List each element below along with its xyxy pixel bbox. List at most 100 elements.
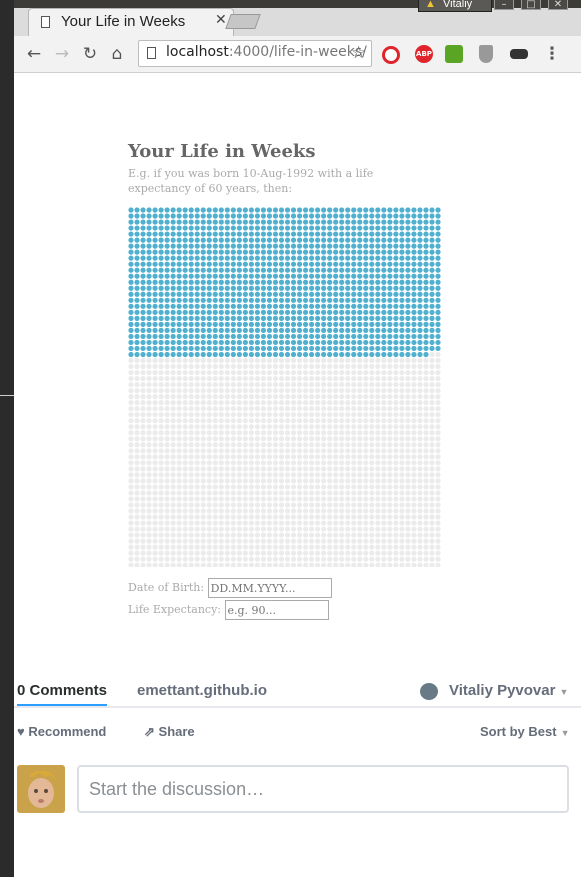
lived-week-dot bbox=[254, 321, 261, 327]
lived-week-dot bbox=[423, 303, 429, 309]
share-button[interactable]: ⇗ Share bbox=[144, 724, 195, 740]
opera-icon[interactable] bbox=[382, 46, 400, 64]
future-week-dot bbox=[134, 412, 140, 418]
lived-week-dot bbox=[242, 291, 248, 297]
sort-dropdown[interactable]: Sort by Best ▼ bbox=[480, 724, 570, 739]
future-week-dot bbox=[309, 448, 315, 454]
lived-week-dot bbox=[417, 207, 423, 213]
user-menu[interactable]: Vitaliy Pyvovar ▼ bbox=[449, 682, 568, 699]
lived-week-dot bbox=[284, 351, 291, 358]
future-week-dot bbox=[363, 550, 369, 556]
lived-week-dot bbox=[321, 261, 327, 267]
future-week-dot bbox=[357, 550, 363, 556]
future-week-dot bbox=[164, 448, 170, 454]
future-week-dot bbox=[321, 436, 327, 442]
lived-week-dot bbox=[381, 231, 387, 237]
lived-week-dot bbox=[206, 219, 212, 225]
reload-icon[interactable]: ↻ bbox=[79, 43, 101, 65]
dob-input[interactable] bbox=[207, 578, 332, 598]
bookmark-star-icon[interactable]: ☆ bbox=[351, 43, 366, 63]
lived-week-dot bbox=[224, 267, 230, 273]
future-week-dot bbox=[170, 538, 176, 544]
future-week-dot bbox=[236, 490, 242, 496]
minimize-button[interactable]: – bbox=[494, 0, 514, 10]
back-icon[interactable]: ← bbox=[23, 43, 45, 65]
future-week-dot bbox=[399, 363, 405, 370]
future-week-dot bbox=[290, 381, 297, 388]
lived-week-dot bbox=[417, 285, 423, 291]
recommend-button[interactable]: ♥ Recommend bbox=[17, 724, 106, 739]
close-icon[interactable]: ✕ bbox=[215, 12, 227, 28]
incognito-icon[interactable] bbox=[510, 49, 528, 59]
future-week-dot bbox=[357, 369, 363, 376]
adblock-icon[interactable]: ABP bbox=[415, 45, 433, 63]
lived-week-dot bbox=[321, 267, 327, 273]
future-week-dot bbox=[381, 418, 387, 424]
menu-icon[interactable]: ⋮ bbox=[541, 43, 563, 65]
future-week-dot bbox=[134, 562, 140, 567]
tab-life-in-weeks[interactable]: Your Life in Weeks ✕ bbox=[28, 8, 234, 36]
lived-week-dot bbox=[188, 243, 194, 249]
future-week-dot bbox=[242, 472, 248, 478]
future-week-dot bbox=[399, 538, 405, 544]
lived-week-dot bbox=[423, 339, 429, 346]
future-week-dot bbox=[417, 442, 423, 448]
shield-icon[interactable] bbox=[479, 45, 493, 63]
lived-week-dot bbox=[423, 285, 429, 291]
future-week-dot bbox=[266, 448, 273, 454]
user-switcher[interactable]: ▲ Vitaliy bbox=[418, 0, 492, 12]
lived-week-dot bbox=[399, 327, 405, 333]
future-week-dot bbox=[278, 478, 285, 484]
tab-comments[interactable]: 0 Comments bbox=[17, 682, 107, 699]
future-week-dot bbox=[393, 526, 399, 532]
share-label: Share bbox=[158, 724, 195, 739]
future-week-dot bbox=[327, 538, 333, 544]
lived-week-dot bbox=[176, 339, 182, 346]
lived-week-dot bbox=[260, 243, 267, 249]
tab-community[interactable]: emettant.github.io bbox=[137, 682, 267, 699]
new-tab-button[interactable] bbox=[225, 14, 261, 29]
future-week-dot bbox=[423, 448, 429, 454]
lived-week-dot bbox=[224, 207, 230, 213]
future-week-dot bbox=[164, 520, 170, 526]
maximize-button[interactable]: □ bbox=[521, 0, 541, 10]
future-week-dot bbox=[254, 526, 261, 532]
future-week-dot bbox=[339, 514, 345, 520]
future-week-dot bbox=[254, 424, 261, 430]
page-info-icon[interactable] bbox=[147, 47, 156, 59]
future-week-dot bbox=[164, 436, 170, 442]
future-week-dot bbox=[351, 363, 357, 370]
future-week-dot bbox=[200, 430, 206, 436]
future-week-dot bbox=[218, 369, 224, 376]
lived-week-dot bbox=[296, 291, 303, 297]
future-week-dot bbox=[218, 466, 224, 472]
life-expectancy-input[interactable] bbox=[224, 600, 329, 620]
future-week-dot bbox=[272, 550, 279, 556]
lived-week-dot bbox=[266, 285, 273, 291]
future-week-dot bbox=[351, 496, 357, 502]
future-week-dot bbox=[254, 375, 261, 382]
lived-week-dot bbox=[296, 315, 303, 321]
future-week-dot bbox=[393, 514, 399, 520]
future-week-dot bbox=[224, 496, 230, 502]
lived-week-dot bbox=[333, 249, 339, 255]
lived-week-dot bbox=[146, 315, 152, 321]
forward-icon[interactable]: → bbox=[51, 43, 73, 65]
future-week-dot bbox=[284, 496, 291, 502]
address-bar[interactable]: localhost:4000/life-in-weeks/ ☆ bbox=[138, 40, 372, 67]
window-close-button[interactable]: ✕ bbox=[548, 0, 568, 10]
lived-week-dot bbox=[236, 255, 242, 261]
future-week-dot bbox=[134, 448, 140, 454]
future-week-dot bbox=[170, 466, 176, 472]
lived-week-dot bbox=[296, 213, 303, 219]
lived-week-dot bbox=[272, 273, 279, 279]
lived-week-dot bbox=[236, 309, 242, 315]
lived-week-dot bbox=[236, 237, 242, 243]
future-week-dot bbox=[152, 369, 158, 376]
evernote-icon[interactable] bbox=[445, 45, 463, 63]
lived-week-dot bbox=[333, 231, 339, 237]
comment-input[interactable]: Start the discussion… bbox=[77, 765, 569, 813]
tab-title: Your Life in Weeks bbox=[61, 13, 186, 30]
avatar-image bbox=[17, 765, 65, 813]
home-icon[interactable]: ⌂ bbox=[106, 43, 128, 65]
